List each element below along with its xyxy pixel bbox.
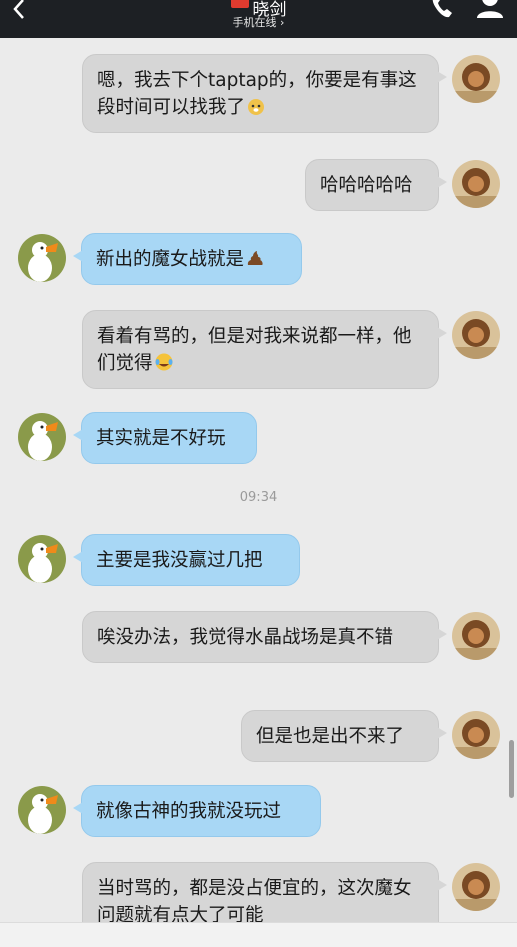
my-avatar[interactable] [452,55,500,103]
bottom-input-bar[interactable] [0,922,517,947]
message-bubble-outgoing[interactable]: 唉没办法，我觉得水晶战场是真不错 [82,611,447,663]
message-bubble-outgoing[interactable]: 嗯，我去下个taptap的，你要是有事这段时间可以找我了 [82,54,447,133]
lion-avatar-icon [452,711,500,759]
my-avatar[interactable] [452,863,500,911]
pile-of-poo-emoji [247,251,263,265]
message-text: 唉没办法，我觉得水晶战场是真不错 [97,627,394,648]
contact-avatar[interactable] [18,786,66,834]
message-text: 哈哈哈哈哈 [320,175,413,196]
duck-avatar-icon [18,786,66,834]
contact-badge-icon [230,0,249,8]
scrollbar[interactable] [509,740,514,798]
tears-of-joy-emoji [155,353,173,371]
contact-avatar[interactable] [18,413,66,461]
message-bubble-outgoing[interactable]: 但是也是出不来了 [241,710,447,762]
contact-avatar[interactable] [18,234,66,282]
message-text: 当时骂的，都是没占便宜的，这次魔女问题就有点大了可能 [97,878,412,926]
duck-avatar-icon [18,234,66,282]
message-bubble-incoming[interactable]: 就像古神的我就没玩过 [73,785,321,837]
duck-avatar-icon [18,535,66,583]
duck-avatar-icon [18,413,66,461]
call-button[interactable] [428,0,458,20]
message-text: 看着有骂的，但是对我来说都一样，他们觉得 [97,326,412,374]
message-text: 但是也是出不来了 [256,726,405,747]
contact-avatar[interactable] [18,535,66,583]
message-bubble-outgoing[interactable]: 看着有骂的，但是对我来说都一样，他们觉得 [82,310,447,389]
message-text: 其实就是不好玩 [96,428,226,449]
lion-avatar-icon [452,55,500,103]
message-bubble-incoming[interactable]: 主要是我没赢过几把 [73,534,300,586]
message-bubble-incoming[interactable]: 新出的魔女战就是 [73,233,302,285]
message-bubble-outgoing[interactable]: 哈哈哈哈哈 [305,159,447,211]
message-bubble-incoming[interactable]: 其实就是不好玩 [73,412,257,464]
lion-avatar-icon [452,160,500,208]
lion-avatar-icon [452,311,500,359]
my-avatar[interactable] [452,160,500,208]
phone-icon [432,0,452,18]
message-timestamp: 09:34 [239,490,278,505]
message-text: 新出的魔女战就是 [96,249,245,270]
my-avatar[interactable] [452,311,500,359]
dog-face-emoji [248,99,265,115]
my-avatar[interactable] [452,711,500,759]
lion-avatar-icon [452,612,500,660]
chat-header: 晓剑 手机在线 › [0,0,517,38]
message-list[interactable]: 嗯，我去下个taptap的，你要是有事这段时间可以找我了 哈哈哈哈哈 新出的魔女… [0,38,517,941]
lion-avatar-icon [452,863,500,911]
my-avatar[interactable] [452,612,500,660]
message-text: 就像古神的我就没玩过 [96,801,282,822]
message-text: 主要是我没赢过几把 [96,550,263,571]
profile-icon [477,0,503,18]
profile-button[interactable] [474,0,506,20]
